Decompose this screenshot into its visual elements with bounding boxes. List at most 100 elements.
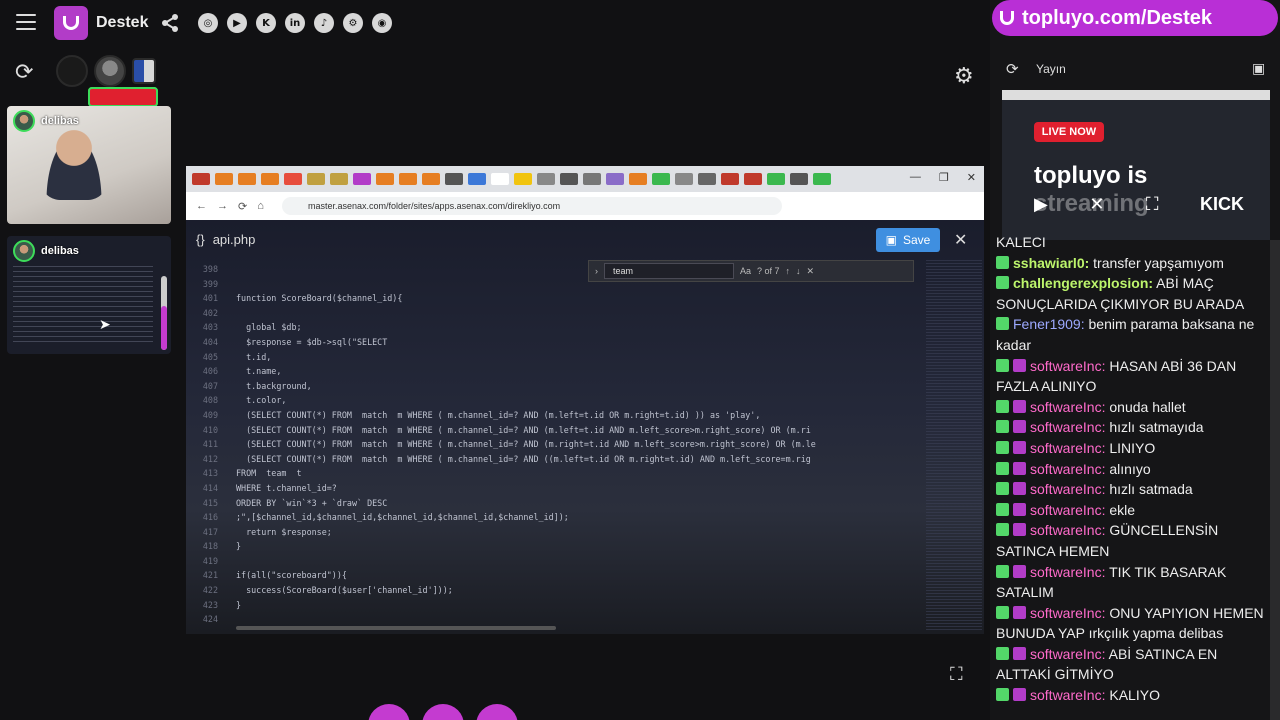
chat-username[interactable]: softwareInc: xyxy=(1030,440,1105,456)
horizontal-scrollbar[interactable] xyxy=(236,626,556,630)
promo-banner[interactable]: topluyo.com/Destek xyxy=(992,0,1278,36)
instagram-icon[interactable]: ◎ xyxy=(198,13,218,33)
volume-slider[interactable] xyxy=(161,276,167,350)
webcam-tile[interactable]: delibas xyxy=(7,106,171,224)
maximize-icon[interactable]: ❐ xyxy=(939,171,949,184)
play-icon[interactable]: ▶ xyxy=(1034,194,1048,215)
chat-username[interactable]: Fener1909: xyxy=(1013,316,1085,332)
youtube-icon[interactable]: ▶ xyxy=(227,13,247,33)
browser-tab[interactable] xyxy=(445,173,463,185)
chat-username[interactable]: softwareInc: xyxy=(1030,687,1105,703)
fullscreen-player-icon[interactable]: ⛶ xyxy=(1146,194,1159,215)
browser-tab[interactable] xyxy=(698,173,716,185)
chat-username[interactable]: sshawiarl0: xyxy=(1013,255,1089,271)
browser-tab[interactable] xyxy=(652,173,670,185)
topluyo-logo[interactable] xyxy=(54,6,88,40)
browser-tab[interactable] xyxy=(583,173,601,185)
code-lines[interactable]: 398 399 401 function ScoreBoard($channel_id… xyxy=(186,262,926,627)
avatar[interactable] xyxy=(56,55,88,87)
browser-tab[interactable] xyxy=(744,173,762,185)
line-text: ORDER BY `win`*3 + `draw` DESC xyxy=(236,497,388,508)
kick-logo[interactable]: KICK xyxy=(1200,194,1244,215)
avatar[interactable] xyxy=(94,55,126,87)
logo-mark-icon xyxy=(63,16,79,30)
chat-text: hızlı satmada xyxy=(1109,481,1193,498)
code-line: 404 $response = $db->sql("SELECT xyxy=(186,335,926,350)
screen-share-button[interactable] xyxy=(476,704,518,720)
browser-tab[interactable] xyxy=(422,173,440,185)
kick-icon[interactable]: K xyxy=(256,13,276,33)
reload-icon[interactable]: ⟳ xyxy=(238,200,247,213)
browser-tab[interactable] xyxy=(767,173,785,185)
browser-tab[interactable] xyxy=(606,173,624,185)
chat-message: softwareInc: onuda hallet xyxy=(996,397,1270,418)
browser-tab[interactable] xyxy=(537,173,555,185)
url-field[interactable]: master.asenax.com/folder/sites/apps.asen… xyxy=(282,197,782,215)
browser-tab[interactable] xyxy=(721,173,739,185)
menu-icon[interactable] xyxy=(16,14,36,30)
minimap[interactable] xyxy=(926,260,982,630)
mute-icon[interactable]: ✕ xyxy=(1089,194,1104,215)
topluyo-badge-icon xyxy=(1013,482,1026,496)
browser-tab[interactable] xyxy=(813,173,831,185)
kick-badge-icon xyxy=(996,399,1009,413)
forward-icon[interactable]: → xyxy=(217,200,228,212)
minimize-icon[interactable]: — xyxy=(910,171,921,184)
settings-gear-icon[interactable]: ⚙ xyxy=(954,64,974,89)
fullscreen-icon[interactable]: ⛶ xyxy=(950,664,963,685)
browser-tab[interactable] xyxy=(399,173,417,185)
mic-button[interactable] xyxy=(422,704,464,720)
browser-tab[interactable] xyxy=(560,173,578,185)
chat-username[interactable]: softwareInc: xyxy=(1030,358,1105,374)
back-icon[interactable]: ← xyxy=(196,200,207,212)
chat-username[interactable]: softwareInc: xyxy=(1030,461,1105,477)
screen-share-tile[interactable]: delibas ➤ xyxy=(7,236,171,354)
browser-tab[interactable] xyxy=(284,173,302,185)
sync-icon[interactable]: ⟳ xyxy=(15,62,33,84)
avatar[interactable] xyxy=(132,58,156,84)
chat-username[interactable]: softwareInc: xyxy=(1030,481,1105,497)
chat-username[interactable]: softwareInc: xyxy=(1030,646,1105,662)
line-text: if(all("scoreboard")){ xyxy=(236,570,347,581)
chat-username[interactable]: softwareInc: xyxy=(1030,399,1105,415)
browser-tab[interactable] xyxy=(491,173,509,185)
browser-tab[interactable] xyxy=(307,173,325,185)
browser-tab[interactable] xyxy=(238,173,256,185)
chat-username[interactable]: softwareInc: xyxy=(1030,502,1105,518)
refresh-icon[interactable]: ⟳ xyxy=(1006,60,1019,78)
tiktok-icon[interactable]: ♪ xyxy=(314,13,334,33)
github-icon[interactable]: ◉ xyxy=(372,13,392,33)
browser-tab[interactable] xyxy=(330,173,348,185)
save-button[interactable]: ▣ Save xyxy=(876,228,940,252)
close-editor-icon[interactable]: ✕ xyxy=(954,230,967,250)
window-controls: — ❐ ✕ xyxy=(910,171,976,184)
chat-username[interactable]: softwareInc: xyxy=(1030,419,1105,435)
line-number: 405 xyxy=(202,351,218,362)
linkedin-icon[interactable]: in xyxy=(285,13,305,33)
chat-username[interactable]: softwareInc: xyxy=(1030,522,1105,538)
browser-tab[interactable] xyxy=(261,173,279,185)
popout-icon[interactable]: ▣ xyxy=(1252,60,1265,77)
home-icon[interactable]: ⌂ xyxy=(257,200,264,212)
browser-tab[interactable] xyxy=(468,173,486,185)
close-window-icon[interactable]: ✕ xyxy=(967,171,976,184)
cam-label: delibas xyxy=(13,240,79,262)
chat-username[interactable]: softwareInc: xyxy=(1030,564,1105,580)
browser-tab[interactable] xyxy=(790,173,808,185)
chat-username[interactable]: challengerexplosion: xyxy=(1013,275,1153,291)
share-icon[interactable] xyxy=(160,13,180,33)
chat-scrollbar[interactable] xyxy=(1270,240,1280,720)
tab-yayin[interactable]: Yayın xyxy=(1036,62,1066,76)
chat-username[interactable]: softwareInc: xyxy=(1030,605,1105,621)
camera-button[interactable] xyxy=(368,704,410,720)
browser-tab[interactable] xyxy=(675,173,693,185)
browser-tab[interactable] xyxy=(215,173,233,185)
steam-icon[interactable]: ⚙ xyxy=(343,13,363,33)
browser-tab[interactable] xyxy=(192,173,210,185)
browser-tab[interactable] xyxy=(353,173,371,185)
browser-tab[interactable] xyxy=(376,173,394,185)
browser-tab[interactable] xyxy=(514,173,532,185)
avatar[interactable] xyxy=(88,87,158,107)
browser-tab[interactable] xyxy=(629,173,647,185)
stream-preview[interactable]: LIVE NOW topluyo is streaming ▶ ✕ ⛶ KICK xyxy=(1002,90,1270,240)
